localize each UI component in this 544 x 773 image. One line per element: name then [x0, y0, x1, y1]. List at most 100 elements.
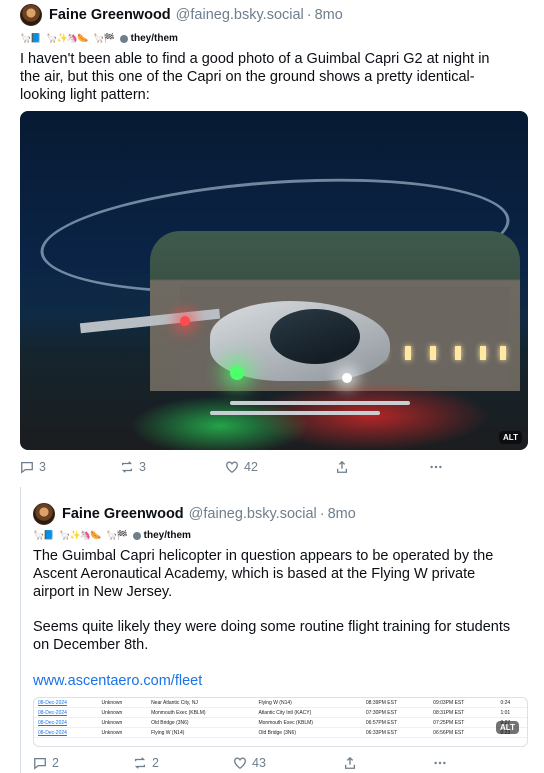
- reply-bubble-icon: [21, 461, 33, 474]
- cell-origin: Monmouth Exec (KBLM): [147, 707, 255, 718]
- heart-icon: [234, 757, 246, 770]
- like-count: 42: [244, 460, 258, 474]
- repost-count: 3: [139, 460, 146, 474]
- post-paragraph-1: The Guimbal Capri helicopter in question…: [33, 548, 494, 600]
- white-landing-light: [342, 373, 352, 383]
- reply-bubble-icon: [34, 757, 46, 770]
- cell-aircraft: Unknown: [97, 717, 148, 728]
- pronoun-text: they/them: [143, 530, 191, 541]
- post-time[interactable]: 8mo: [315, 7, 343, 23]
- cell-origin: Old Bridge (3N6): [147, 717, 255, 728]
- badge-1: 🦙📘: [33, 530, 54, 540]
- hangar-window: [405, 346, 411, 360]
- cell-arrival: 06:56PM EST: [429, 727, 497, 738]
- cell-arrival: 08:31PM EST: [429, 707, 497, 718]
- alt-text-button[interactable]: ALT: [496, 721, 519, 734]
- post-paragraph-2: Seems quite likely they were doing some …: [33, 619, 511, 653]
- post-header: Faine Greenwood @faineg.bsky.social · 8m…: [49, 7, 343, 23]
- cell-destination: Monmouth Exec (KBLM): [254, 717, 362, 728]
- cell-departure: 08:39PM EST: [361, 698, 430, 708]
- cell-destination: Atlantic City Intl (KACY): [254, 707, 362, 718]
- cell-aircraft: Unknown: [97, 727, 148, 738]
- repost-button[interactable]: 3: [120, 460, 225, 474]
- share-button[interactable]: [335, 460, 429, 474]
- cell-aircraft: Unknown: [97, 698, 148, 708]
- cell-origin: Flying W (N14): [147, 727, 255, 738]
- reply-count: 3: [39, 460, 46, 474]
- post-header: Faine Greenwood @faineg.bsky.social · 8m…: [62, 506, 356, 522]
- table-row: 08-Dec-2024 Unknown Old Bridge (3N6) Monmou…: [34, 717, 527, 728]
- post-text: I haven't been able to find a good photo…: [20, 51, 490, 103]
- hangar-window: [500, 346, 506, 360]
- author-name[interactable]: Faine Greenwood: [49, 7, 171, 23]
- hangar-window: [455, 346, 461, 360]
- author-name[interactable]: Faine Greenwood: [62, 506, 184, 522]
- cell-aircraft: Unknown: [97, 707, 148, 718]
- cell-duration: 0:24: [496, 698, 527, 708]
- pronoun-icon: [132, 531, 141, 540]
- green-nav-light: [230, 366, 244, 380]
- hangar-window: [430, 346, 436, 360]
- helicopter-skid: [210, 411, 380, 415]
- separator-dot: ·: [319, 506, 325, 522]
- post-actions: 3 3 42: [20, 460, 450, 474]
- alt-text-button[interactable]: ALT: [499, 431, 522, 444]
- badge-3: 🦙🏁: [106, 530, 127, 540]
- helicopter-canopy: [270, 309, 360, 364]
- hangar-window: [480, 346, 486, 360]
- like-count: 43: [252, 756, 266, 770]
- red-nav-light: [180, 316, 190, 326]
- pronoun-label: they/them: [132, 530, 191, 541]
- post-image[interactable]: ALT: [20, 111, 528, 450]
- table-row: 08-Dec-2024 Unknown Near Atlantic City, NJ…: [34, 698, 527, 708]
- reply-button[interactable]: 2: [33, 756, 133, 770]
- share-button[interactable]: [343, 756, 433, 770]
- share-upload-icon: [344, 756, 356, 769]
- more-dots-icon: [434, 761, 446, 765]
- cell-departure: 06:33PM EST: [361, 727, 430, 738]
- cell-date[interactable]: 08-Dec-2024: [34, 707, 98, 718]
- post-2[interactable]: Faine Greenwood @faineg.bsky.social · 8m…: [0, 492, 544, 773]
- cell-date[interactable]: 08-Dec-2024: [34, 698, 98, 708]
- fleet-link[interactable]: www.ascentaero.com/fleet: [33, 673, 202, 689]
- repost-button[interactable]: 2: [133, 756, 233, 770]
- cell-arrival: 07:25PM EST: [429, 717, 497, 728]
- more-dots-icon: [430, 465, 442, 469]
- cell-origin: Near Atlantic City, NJ: [147, 698, 255, 708]
- cell-date[interactable]: 08-Dec-2024: [34, 717, 98, 728]
- repost-arrows-icon: [134, 757, 146, 769]
- more-options-button[interactable]: [433, 756, 447, 770]
- badge-2: 🦙✨🦄🌭: [59, 530, 101, 540]
- flight-table: 08-Dec-2024 Unknown Near Atlantic City, NJ…: [34, 698, 527, 738]
- reply-count: 2: [52, 756, 59, 770]
- share-upload-icon: [336, 460, 348, 473]
- cell-duration: 1:01: [496, 707, 527, 718]
- repost-count: 2: [152, 756, 159, 770]
- like-button[interactable]: 42: [225, 460, 335, 474]
- table-row: 08-Dec-2024 Unknown Flying W (N14) Old Brid…: [34, 727, 527, 738]
- cell-departure: 06:57PM EST: [361, 717, 430, 728]
- cell-departure: 07:30PM EST: [361, 707, 430, 718]
- post-time[interactable]: 8mo: [328, 506, 356, 522]
- cell-destination: Flying W (N14): [254, 698, 362, 708]
- heart-icon: [226, 461, 238, 474]
- author-handle[interactable]: @faineg.bsky.social: [176, 7, 304, 23]
- pronoun-icon: [119, 34, 128, 43]
- badge-2: 🦙✨🦄🌭: [46, 33, 88, 43]
- reply-button[interactable]: 3: [20, 460, 120, 474]
- post-actions: 2 2 43: [33, 756, 453, 770]
- more-options-button[interactable]: [429, 460, 443, 474]
- like-button[interactable]: 43: [233, 756, 343, 770]
- helicopter-skid: [230, 401, 410, 405]
- pronoun-label: they/them: [119, 33, 178, 44]
- cell-date[interactable]: 08-Dec-2024: [34, 727, 98, 738]
- author-handle[interactable]: @faineg.bsky.social: [189, 506, 317, 522]
- profile-badges: 🦙📘 🦙✨🦄🌭 🦙🏁 they/them: [33, 530, 191, 541]
- author-avatar[interactable]: [20, 4, 42, 26]
- post-1[interactable]: Faine Greenwood @faineg.bsky.social · 8m…: [0, 0, 544, 492]
- author-avatar[interactable]: [33, 503, 55, 525]
- badge-1: 🦙📘: [20, 33, 41, 43]
- flight-table-image[interactable]: 08-Dec-2024 Unknown Near Atlantic City, NJ…: [33, 697, 528, 747]
- repost-arrows-icon: [121, 461, 133, 473]
- badge-3: 🦙🏁: [93, 33, 114, 43]
